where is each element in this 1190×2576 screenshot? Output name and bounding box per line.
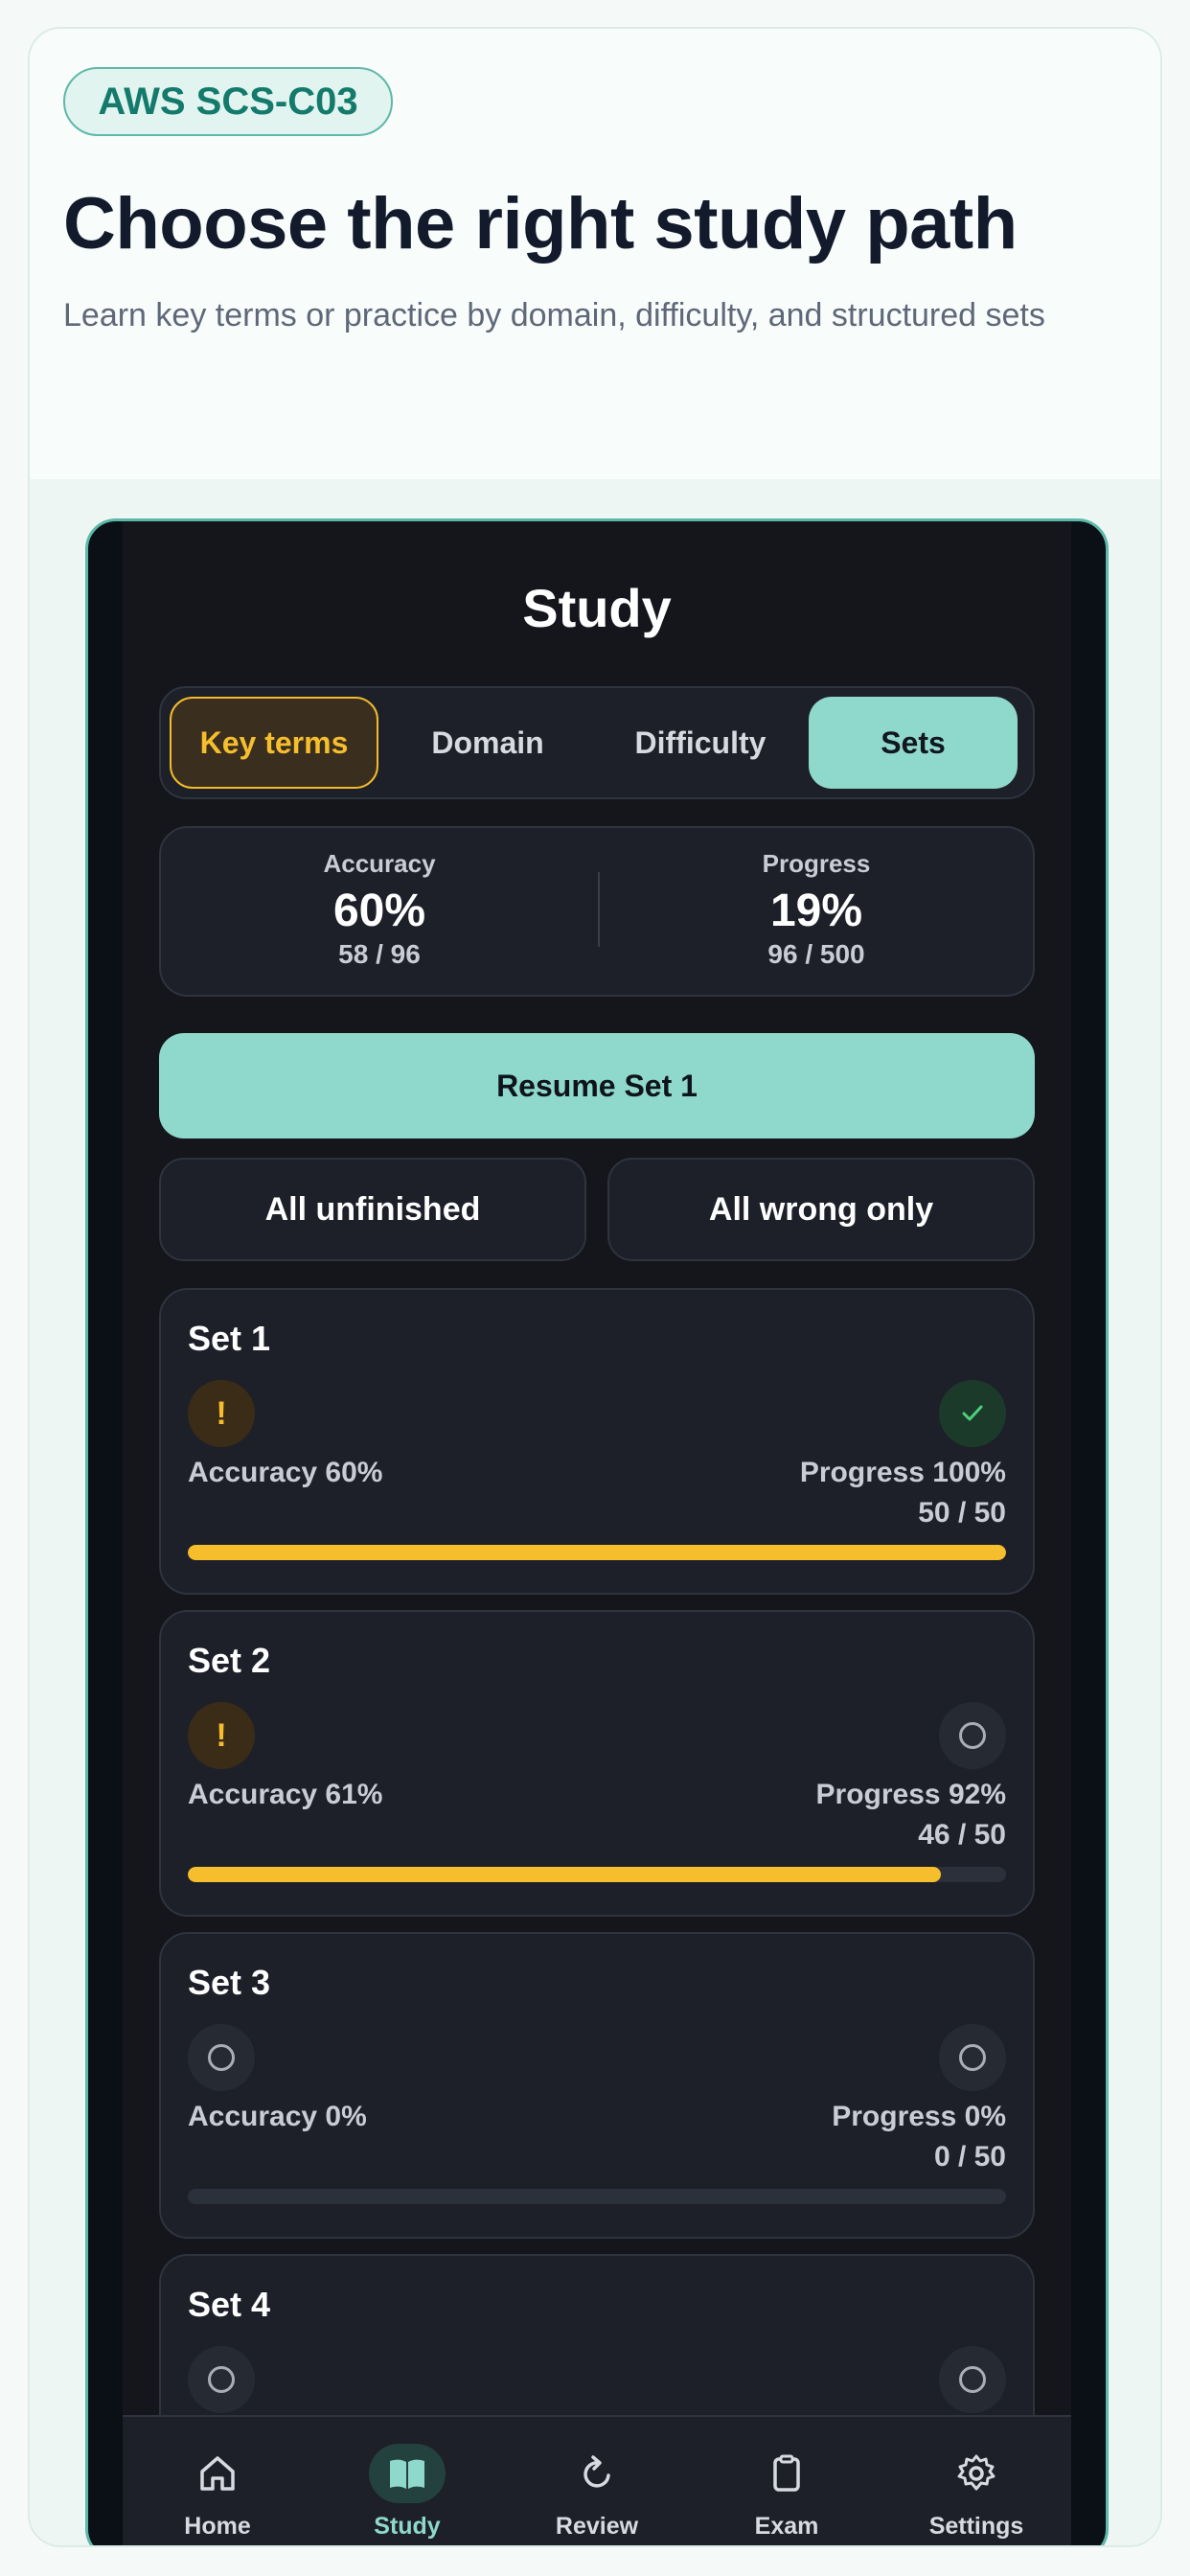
set-progress-fill	[188, 1545, 1006, 1560]
all-unfinished-button[interactable]: All unfinished	[159, 1158, 586, 1261]
empty-circle-icon	[188, 2346, 255, 2413]
set-progress-bar	[188, 1867, 1006, 1882]
accuracy-value: 60%	[332, 886, 426, 936]
tab-home[interactable]: Home	[123, 2444, 312, 2541]
hero-subtitle: Learn key terms or practice by domain, d…	[63, 297, 1045, 334]
all-wrong-only-button[interactable]: All wrong only	[607, 1158, 1035, 1261]
tab-settings[interactable]: Settings	[881, 2444, 1071, 2541]
accuracy-label: Accuracy	[323, 849, 436, 878]
tab-label: Home	[184, 2513, 251, 2540]
accuracy-stat: Accuracy 60% 58 / 96	[161, 849, 598, 970]
set-progress: Progress 0%	[832, 2101, 1006, 2132]
empty-circle-icon	[939, 1702, 1006, 1769]
progress-stat: Progress 19% 96 / 500	[598, 849, 1035, 970]
set-accuracy: Accuracy 61%	[188, 1779, 383, 1810]
refresh-icon	[559, 2444, 635, 2503]
tab-study[interactable]: Study	[312, 2444, 502, 2541]
empty-circle-icon	[188, 2024, 255, 2091]
empty-circle-icon	[939, 2024, 1006, 2091]
overall-stats-card: Accuracy 60% 58 / 96 Progress 19% 96 / 5…	[159, 826, 1035, 997]
checkmark-icon	[939, 1380, 1006, 1447]
set-count: 50 / 50	[918, 1497, 1006, 1529]
progress-value: 19%	[769, 886, 863, 936]
set-progress: Progress 100%	[799, 1457, 1006, 1488]
set-count: 46 / 50	[918, 1819, 1006, 1851]
exam-code-badge: AWS SCS-C03	[63, 67, 393, 136]
gear-icon	[938, 2444, 1015, 2503]
phone-frame: Study Key terms Domain Difficulty Sets A…	[85, 518, 1109, 2545]
resume-set-button[interactable]: Resume Set 1	[159, 1033, 1035, 1138]
landing-card: AWS SCS-C03 Choose the right study path …	[28, 27, 1162, 2547]
set-card-1[interactable]: Set 1 ! Accuracy 60% Progress 100% 50 / …	[159, 1288, 1035, 1595]
tab-label: Review	[555, 2513, 639, 2540]
home-icon	[179, 2444, 256, 2503]
set-accuracy: Accuracy 60%	[188, 1457, 383, 1488]
set-accuracy: Accuracy 0%	[188, 2101, 367, 2132]
warning-icon: !	[188, 1380, 255, 1447]
tab-review[interactable]: Review	[502, 2444, 692, 2541]
study-mode-segmented-control: Key terms Domain Difficulty Sets	[159, 686, 1035, 799]
clipboard-icon	[748, 2444, 825, 2503]
empty-circle-icon	[939, 2346, 1006, 2413]
set-title: Set 4	[188, 2285, 271, 2324]
segment-domain[interactable]: Domain	[383, 697, 592, 789]
study-screen: Study Key terms Domain Difficulty Sets A…	[123, 521, 1071, 2545]
hero-title: Choose the right study path	[63, 183, 1018, 264]
bottom-tab-bar: Home Study Review Exam Settings	[123, 2415, 1071, 2545]
set-progress-bar	[188, 1545, 1006, 1560]
tab-label: Exam	[754, 2513, 819, 2540]
set-title: Set 3	[188, 1963, 271, 2002]
progress-label: Progress	[762, 849, 871, 878]
set-count: 0 / 50	[933, 2141, 1006, 2173]
book-icon	[369, 2444, 446, 2503]
set-title: Set 1	[188, 1319, 271, 1358]
warning-icon: !	[188, 1702, 255, 1769]
set-card-3[interactable]: Set 3 Accuracy 0% Progress 0% 0 / 50	[159, 1932, 1035, 2239]
accuracy-count: 58 / 96	[338, 939, 421, 969]
set-progress-bar	[188, 2189, 1006, 2204]
set-card-2[interactable]: Set 2 ! Accuracy 61% Progress 92% 46 / 5…	[159, 1610, 1035, 1917]
progress-count: 96 / 500	[767, 939, 865, 969]
tab-label: Study	[374, 2513, 441, 2540]
tab-label: Settings	[928, 2513, 1024, 2540]
set-progress: Progress 92%	[815, 1779, 1006, 1810]
hero-section: AWS SCS-C03 Choose the right study path …	[30, 29, 1160, 479]
screen-title: Study	[522, 578, 672, 638]
segment-key-terms[interactable]: Key terms	[170, 697, 378, 789]
segment-difficulty[interactable]: Difficulty	[596, 697, 805, 789]
tab-exam[interactable]: Exam	[692, 2444, 881, 2541]
segment-sets[interactable]: Sets	[809, 697, 1018, 789]
set-title: Set 2	[188, 1641, 271, 1680]
set-progress-fill	[188, 1867, 941, 1882]
